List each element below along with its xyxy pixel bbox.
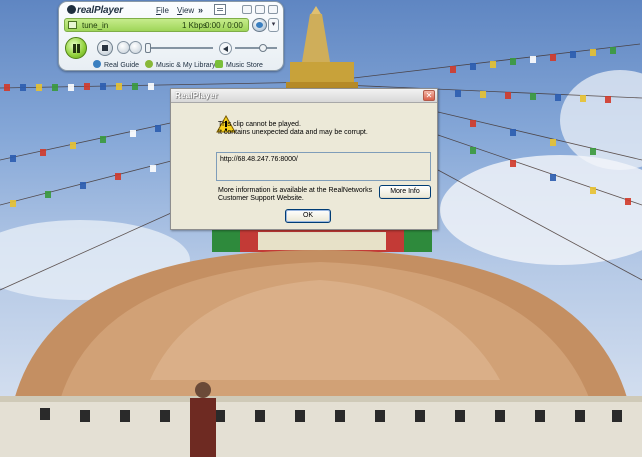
- now-playing-icon[interactable]: [214, 4, 226, 15]
- menu-overflow[interactable]: »: [198, 5, 203, 15]
- now-playing-display: tune_in 1 Kbps 0:00 / 0:00: [64, 18, 249, 32]
- speaker-icon[interactable]: [219, 42, 232, 55]
- realplayer-brand: realPlayer: [77, 5, 123, 16]
- error-message-line1: This clip cannot be played.: [218, 121, 301, 128]
- dialog-close-icon[interactable]: ✕: [423, 90, 435, 101]
- real-logo-icon: [67, 5, 76, 14]
- support-info-line2: Customer Support Website.: [218, 195, 304, 202]
- realplayer-logo: realPlayer: [67, 5, 123, 16]
- nav-music-library[interactable]: Music & My Library: [145, 60, 216, 69]
- pause-icon[interactable]: [65, 37, 87, 59]
- dialog-titlebar[interactable]: RealPlayer ✕: [171, 89, 437, 103]
- music-library-icon: [145, 60, 153, 68]
- menu-file[interactable]: File: [156, 6, 169, 15]
- nav-music-library-label: Music & My Library: [156, 62, 216, 69]
- seek-handle[interactable]: [145, 43, 151, 53]
- support-info-line1: More information is available at the Rea…: [218, 187, 373, 194]
- error-message-line2: It contains unexpected data and may be c…: [218, 129, 368, 136]
- nav-music-store[interactable]: Music Store: [215, 60, 263, 69]
- nav-real-guide-label: Real Guide: [104, 62, 140, 69]
- chevron-down-icon[interactable]: ▾: [268, 18, 279, 32]
- seek-slider[interactable]: [145, 47, 213, 49]
- error-dialog[interactable]: RealPlayer ✕ This clip cannot be played.…: [170, 88, 438, 230]
- volume-slider[interactable]: [235, 47, 277, 49]
- clip-url: http://68.48.247.76:8000/: [220, 156, 298, 163]
- volume-handle[interactable]: [259, 44, 268, 52]
- minimize-icon[interactable]: [242, 5, 252, 14]
- clip-icon: [68, 21, 77, 29]
- clip-url-box[interactable]: http://68.48.247.76:8000/: [216, 152, 431, 181]
- network-icon[interactable]: [252, 18, 267, 32]
- dialog-title: RealPlayer: [175, 91, 218, 100]
- time-readout: 0:00 / 0:00: [205, 21, 243, 30]
- menu-view[interactable]: View: [177, 6, 194, 15]
- fast-forward-icon[interactable]: [129, 41, 142, 54]
- ok-button[interactable]: OK: [285, 209, 331, 223]
- clip-title: tune_in: [82, 21, 109, 30]
- stop-icon[interactable]: [97, 40, 113, 56]
- nav-real-guide[interactable]: Real Guide: [93, 60, 139, 69]
- globe-icon: [93, 60, 101, 68]
- music-note-icon: [215, 60, 223, 68]
- restore-icon[interactable]: [255, 5, 265, 14]
- more-info-button[interactable]: More Info: [379, 185, 431, 199]
- bitrate-readout: 1 Kbps: [182, 21, 207, 30]
- close-icon[interactable]: [268, 5, 278, 14]
- nav-music-store-label: Music Store: [226, 62, 263, 69]
- realplayer-window[interactable]: realPlayer File View » tune_in 1 Kbps 0:…: [58, 1, 284, 71]
